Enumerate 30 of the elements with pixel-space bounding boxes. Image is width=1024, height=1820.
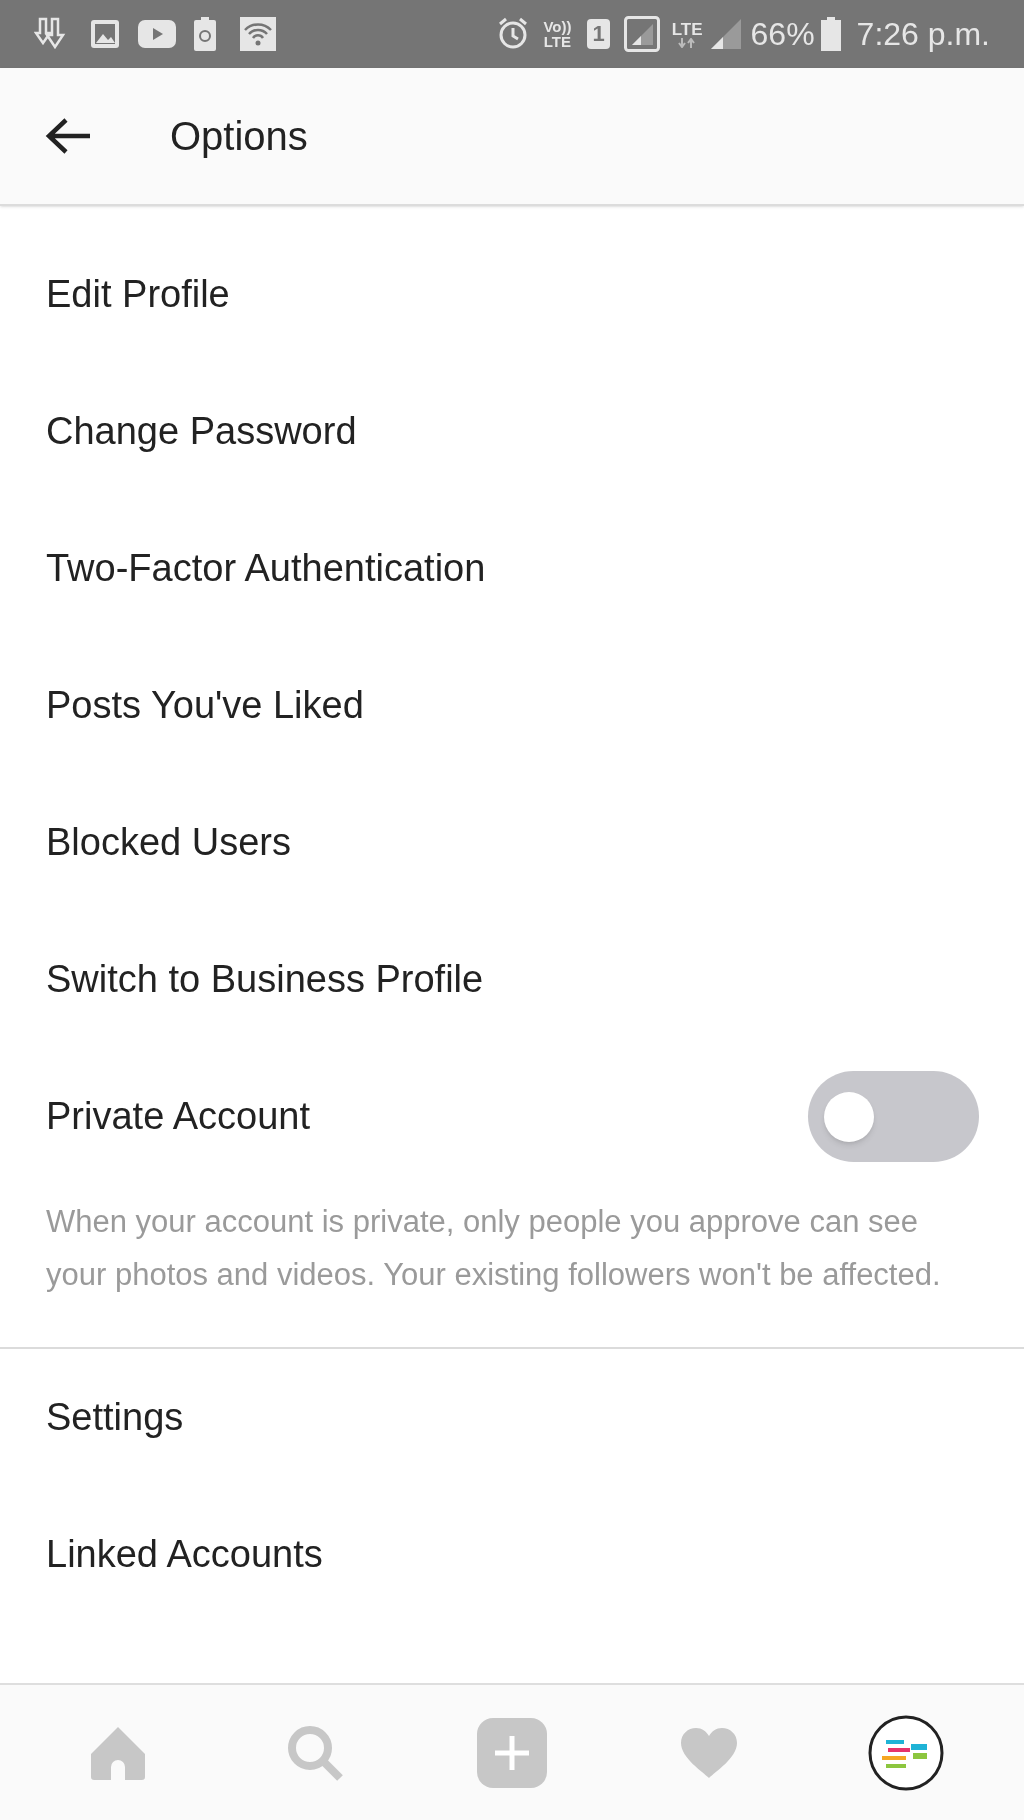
menu-item[interactable]: Blocked Users <box>0 774 1024 911</box>
battery-percentage: 66% <box>750 15 815 54</box>
battery-saver-icon <box>194 17 216 51</box>
heart-icon <box>678 1725 739 1780</box>
battery-icon <box>820 17 841 51</box>
setting-description: When your account is private, only people you approve can see your photos and videos. Your existing followers won't be affected. <box>45 1203 942 1294</box>
menu-item[interactable]: Change Password <box>0 363 1024 500</box>
menu-item[interactable]: Settings <box>0 1349 1024 1486</box>
clock: 7:26 p.m. <box>856 15 990 54</box>
wifi-icon <box>240 17 276 51</box>
back-arrow-icon <box>44 116 92 156</box>
alarm-icon <box>497 17 530 51</box>
volte-label: LTE <box>543 34 571 49</box>
volte-label: Vo)) <box>543 19 572 34</box>
signal-icon <box>623 16 660 52</box>
add-icon <box>477 1717 547 1788</box>
network-label: LTE <box>671 20 703 38</box>
home-icon <box>89 1724 148 1781</box>
menu-item[interactable]: Switch to Business Profile <box>0 911 1024 1048</box>
image-icon <box>90 19 120 49</box>
search-icon <box>286 1723 345 1782</box>
screen-title: Options <box>170 113 308 160</box>
sim-badge: 1 <box>587 19 610 49</box>
toggle-label: Private Account <box>46 1094 311 1139</box>
data-arrows-icon <box>677 37 698 48</box>
menu-item[interactable]: Posts You've Liked <box>0 637 1024 774</box>
menu-item[interactable]: Edit Profile <box>0 226 1024 363</box>
menu-item[interactable]: Linked Accounts <box>0 1486 1024 1623</box>
play-icon <box>138 20 176 48</box>
menu-item[interactable]: Two-Factor Authentication <box>0 500 1024 637</box>
